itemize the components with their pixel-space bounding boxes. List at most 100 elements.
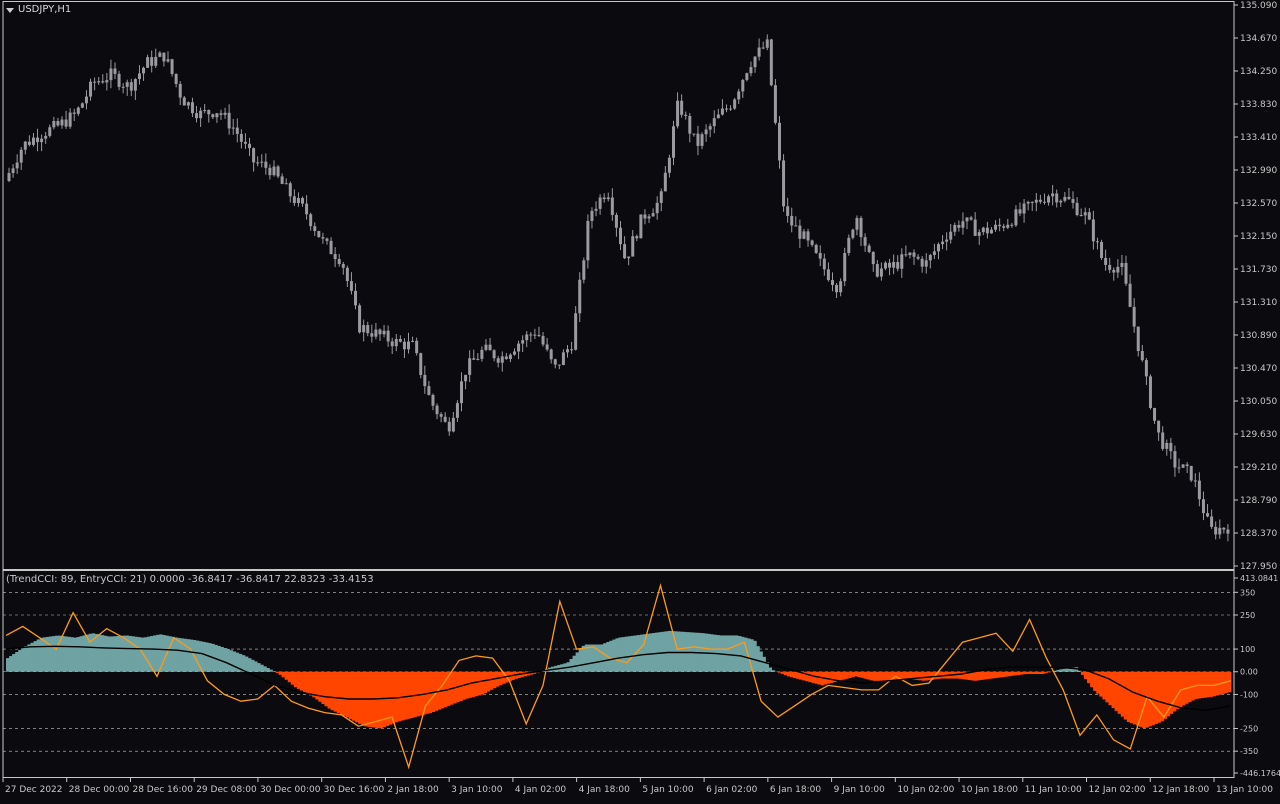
trend-cci-bar [61,636,64,672]
trend-cci-bar [680,632,683,672]
candle-body [387,331,390,342]
trend-cci-bar [254,661,257,671]
trend-cci-bar [854,672,857,677]
candle-body [73,113,76,114]
candle-body [154,57,157,66]
time-axis-label: 6 Jan 18:00 [770,785,822,795]
trend-cci-bar [223,648,226,672]
candle-body [297,198,300,203]
candle-body [452,418,455,432]
candle-body [134,79,137,91]
trend-cci-bar [27,644,30,671]
trend-cci-bar [1026,672,1029,674]
trend-cci-bar [291,672,294,685]
trend-cci-bar [1115,672,1118,711]
trend-cci-bar [419,672,422,716]
trend-cci-bar [101,635,104,672]
trend-cci-bar [110,636,113,671]
candle-body [354,291,357,306]
candle-body [1218,528,1221,535]
trend-cci-bar [337,672,340,713]
candle-body [399,339,402,342]
trend-cci-bar [815,672,818,684]
trend-cci-bar [928,672,931,680]
candle-body [342,264,345,268]
time-axis-label: 6 Jan 02:00 [706,785,758,795]
trend-cci-bar [980,672,983,680]
trend-cci-bar [573,656,576,672]
trend-cci-bar [321,672,324,704]
candle-body [215,113,218,117]
candle-body [366,325,369,333]
candle-body [97,81,100,82]
trend-cci-bar [410,672,413,718]
trend-cci-bar [40,638,43,672]
candle-body [758,48,761,57]
price-axis-label: 132.150 [1240,232,1277,242]
trend-cci-bar [1127,672,1130,722]
trend-cci-bar [1001,672,1004,677]
candle-body [815,245,818,253]
time-axis-label: 10 Jan 18:00 [961,785,1018,795]
trend-cci-bar [294,672,297,687]
candle-body [778,123,781,161]
trend-cci-bar [1105,672,1108,703]
trend-cci-bar [257,663,260,672]
trend-cci-bar [1154,672,1157,724]
candle-body [1019,209,1022,213]
trend-cci-bar [977,672,980,681]
trend-cci-bar [570,659,573,672]
candle-body [521,340,524,343]
trend-cci-bar [655,633,658,672]
trend-cci-bar [73,638,76,672]
trend-cci-bar [870,672,873,681]
candle-body [224,113,227,115]
candle-body [998,225,1001,226]
candle-body [166,59,169,61]
candle-body [713,118,716,126]
time-axis-label: 13 Jan 10:00 [1216,785,1273,795]
trend-cci-bar [300,672,303,691]
candle-body [362,325,365,332]
trend-cci-bar [248,658,251,672]
time-axis-label: 30 Dec 00:00 [260,785,321,795]
trend-cci-bar [318,672,321,702]
trend-cci-bar [279,672,282,675]
candle-body [1190,466,1193,480]
trend-cci-bar [1014,672,1017,676]
indicator-axis-label: -350 [1240,747,1258,756]
candle-body [317,231,320,237]
trend-cci-bar [104,636,107,672]
trend-cci-bar [585,645,588,672]
candle-body [93,82,96,83]
candle-body [501,356,504,362]
trend-cci-bar [355,672,358,723]
candle-body [607,197,610,199]
candle-body [941,242,944,244]
trend-cci-bar [906,672,909,679]
indicator-frame [3,571,1234,778]
trend-cci-bar [334,672,337,712]
candle-body [44,136,47,139]
candle-body [187,102,190,105]
trend-cci-bar [756,646,759,672]
trend-cci-bar [285,672,288,680]
candle-body [811,240,814,244]
trend-cci-bar [37,639,40,671]
trend-cci-bar [138,637,141,672]
candle-body [705,130,708,135]
trend-cci-bar [55,636,58,672]
trend-cci-bar [331,672,334,710]
price-axis-label: 130.050 [1240,397,1277,407]
candle-body [8,173,11,181]
symbol-dropdown-icon[interactable] [6,8,14,13]
candle-body [1088,212,1091,219]
trend-cci-bar [1020,672,1023,675]
time-axis-label: 11 Jan 10:00 [1025,785,1082,795]
candle-body [175,74,178,84]
candle-body [138,73,141,79]
price-axis-label: 128.790 [1240,496,1277,506]
candle-body [264,162,267,168]
candle-body [884,263,887,269]
trend-cci-bar [205,642,208,671]
